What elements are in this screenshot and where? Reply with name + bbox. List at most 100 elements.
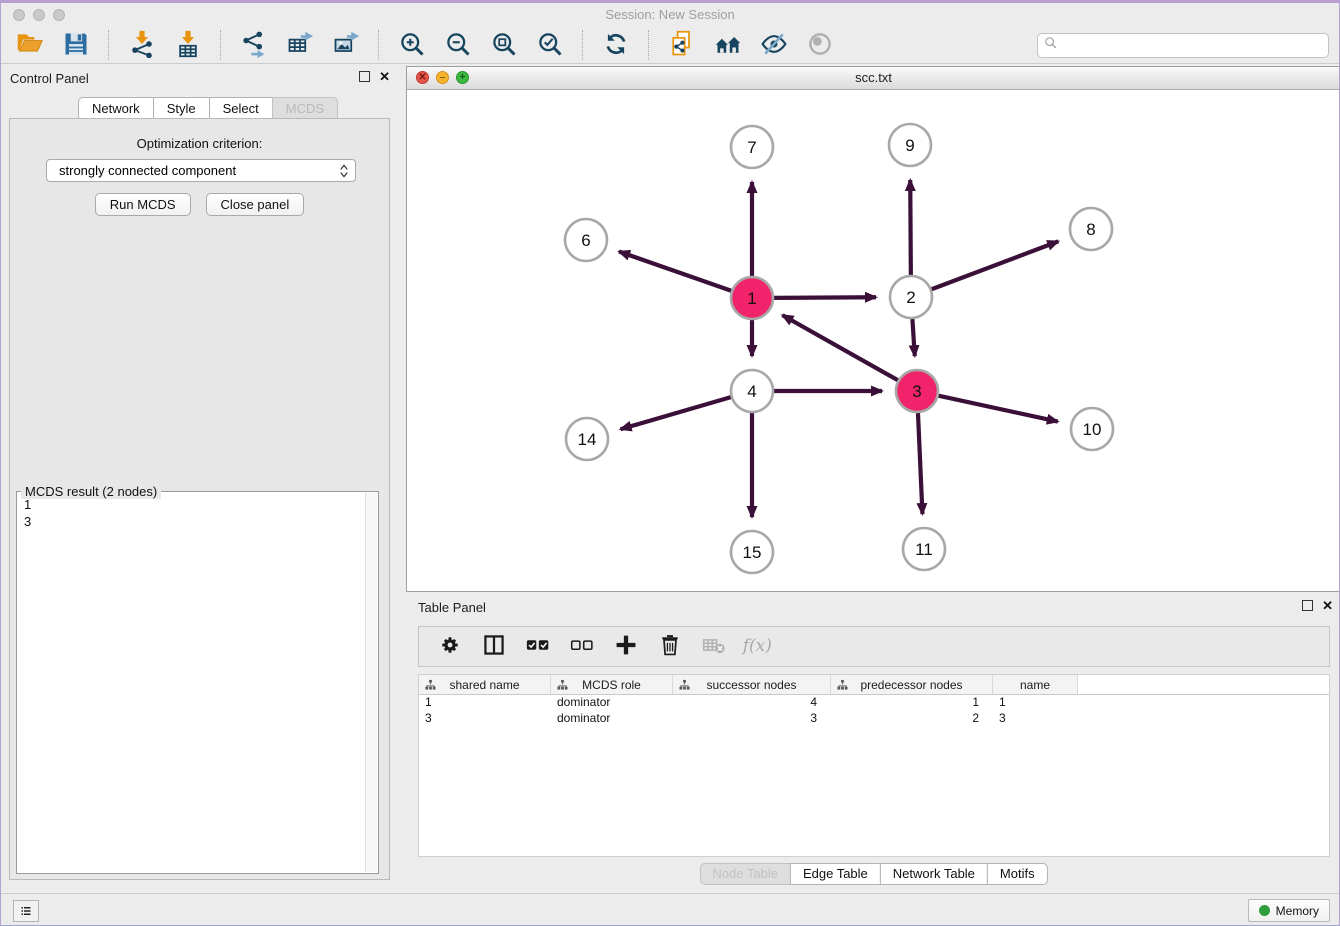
- open-file-button[interactable]: [13, 29, 47, 61]
- float-table-panel-icon[interactable]: [1302, 600, 1313, 611]
- table-row[interactable]: 3dominator323: [419, 711, 1329, 727]
- refresh-layout-button[interactable]: [599, 29, 633, 61]
- graph-node-4[interactable]: 4: [731, 370, 773, 412]
- column-label: shared name: [449, 678, 519, 692]
- cell-successor-nodes[interactable]: 4: [673, 695, 831, 711]
- tab-network-table[interactable]: Network Table: [880, 863, 988, 885]
- cell-successor-nodes[interactable]: 3: [673, 711, 831, 727]
- graph-node-10[interactable]: 10: [1071, 408, 1113, 450]
- edge-2-8[interactable]: [932, 241, 1059, 289]
- network-column-icon: [557, 679, 568, 693]
- toolbar-separator: [582, 30, 584, 60]
- cell-predecessor-nodes[interactable]: 1: [831, 695, 993, 711]
- graph-node-15[interactable]: 15: [731, 531, 773, 573]
- network-graph: 7 9 6 8 1 2 4 3 14 10 15 11: [407, 89, 1340, 591]
- mcds-tab-content: Optimization criterion: strongly connect…: [9, 118, 390, 880]
- graph-node-2[interactable]: 2: [890, 276, 932, 318]
- unselect-all-button[interactable]: [567, 631, 597, 663]
- application-window: Session: New Session Control Panel ✕ Net…: [0, 0, 1340, 926]
- network-column-icon: [837, 679, 848, 693]
- graph-node-6[interactable]: 6: [565, 219, 607, 261]
- edge-3-11[interactable]: [918, 413, 922, 514]
- cell-mcds-role[interactable]: dominator: [551, 695, 673, 711]
- cell-mcds-role[interactable]: dominator: [551, 711, 673, 727]
- delete-columns-button[interactable]: [655, 631, 685, 663]
- import-table-button[interactable]: [171, 29, 205, 61]
- zoom-selected-icon: [536, 30, 564, 61]
- column-header-mcds-role[interactable]: MCDS role: [551, 675, 673, 694]
- zoom-out-button[interactable]: [441, 29, 475, 61]
- table-settings-button[interactable]: [435, 631, 465, 663]
- first-neighbors-button[interactable]: [711, 29, 745, 61]
- close-panel-icon[interactable]: ✕: [379, 71, 390, 82]
- clone-network-button[interactable]: [665, 29, 699, 61]
- memory-button[interactable]: Memory: [1248, 899, 1330, 922]
- zoom-in-button[interactable]: [395, 29, 429, 61]
- function-builder-button: f(x): [743, 631, 773, 663]
- tab-edge-table[interactable]: Edge Table: [790, 863, 881, 885]
- cell-predecessor-nodes[interactable]: 2: [831, 711, 993, 727]
- hide-details-button[interactable]: [757, 29, 791, 61]
- graph-node-1[interactable]: 1: [731, 277, 773, 319]
- export-network-button[interactable]: [237, 29, 271, 61]
- mcds-result-box: MCDS result (2 nodes) 1 3: [16, 491, 379, 874]
- toolbar-separator: [108, 30, 110, 60]
- clone-network-icon: [668, 30, 696, 61]
- svg-text:15: 15: [743, 543, 762, 562]
- criterion-select[interactable]: strongly connected component: [46, 159, 356, 182]
- column-header-name[interactable]: name: [993, 675, 1078, 694]
- zoom-selected-button[interactable]: [533, 29, 567, 61]
- network-canvas[interactable]: 7 9 6 8 1 2 4 3 14 10 15 11: [407, 89, 1340, 591]
- zoom-fit-icon: [490, 30, 518, 61]
- close-table-panel-icon[interactable]: ✕: [1322, 600, 1333, 611]
- hide-details-icon: [760, 30, 788, 61]
- edge-1-2[interactable]: [774, 297, 876, 298]
- tab-node-table[interactable]: Node Table: [699, 863, 791, 885]
- edge-2-3[interactable]: [912, 319, 914, 356]
- cell-name[interactable]: 1: [993, 695, 1078, 711]
- memory-label: Memory: [1276, 904, 1319, 918]
- table-header-row: shared name MCDS rolesuccessor nodesprede…: [419, 675, 1329, 695]
- export-image-button[interactable]: [329, 29, 363, 61]
- delete-table-button: [699, 631, 729, 663]
- edge-4-14[interactable]: [621, 397, 731, 429]
- svg-text:1: 1: [747, 289, 756, 308]
- result-scrollbar[interactable]: [365, 493, 377, 872]
- svg-text:4: 4: [747, 382, 756, 401]
- float-panel-icon[interactable]: [359, 71, 370, 82]
- column-header-predecessor-nodes[interactable]: predecessor nodes: [831, 675, 993, 694]
- search-box[interactable]: [1037, 33, 1329, 58]
- column-header-shared-name[interactable]: shared name: [419, 675, 551, 694]
- status-bar: Memory: [1, 893, 1339, 926]
- cell-shared-name[interactable]: 1: [419, 695, 551, 711]
- edge-2-9[interactable]: [910, 180, 911, 275]
- table-row[interactable]: 1dominator411: [419, 695, 1329, 711]
- graph-node-9[interactable]: 9: [889, 124, 931, 166]
- edge-1-6[interactable]: [619, 252, 731, 291]
- run-mcds-button[interactable]: Run MCDS: [95, 193, 191, 216]
- create-column-icon: [614, 633, 638, 660]
- cell-shared-name[interactable]: 3: [419, 711, 551, 727]
- close-panel-button[interactable]: Close panel: [206, 193, 305, 216]
- save-session-button[interactable]: [59, 29, 93, 61]
- graph-node-14[interactable]: 14: [566, 418, 608, 460]
- graph-node-3[interactable]: 3: [896, 370, 938, 412]
- graph-node-8[interactable]: 8: [1070, 208, 1112, 250]
- zoom-in-icon: [398, 30, 426, 61]
- graph-node-7[interactable]: 7: [731, 126, 773, 168]
- create-column-button[interactable]: [611, 631, 641, 663]
- column-header-successor-nodes[interactable]: successor nodes: [673, 675, 831, 694]
- select-all-button[interactable]: [523, 631, 553, 663]
- tab-motifs[interactable]: Motifs: [987, 863, 1048, 885]
- zoom-fit-button[interactable]: [487, 29, 521, 61]
- show-column-button[interactable]: [479, 631, 509, 663]
- export-table-button[interactable]: [283, 29, 317, 61]
- graph-node-11[interactable]: 11: [903, 528, 945, 570]
- edge-3-10[interactable]: [938, 396, 1057, 422]
- edge-3-1[interactable]: [782, 315, 897, 380]
- import-network-button[interactable]: [125, 29, 159, 61]
- cell-name[interactable]: 3: [993, 711, 1078, 727]
- toolbar-separator: [220, 30, 222, 60]
- task-history-button[interactable]: [13, 900, 39, 922]
- search-input[interactable]: [1062, 38, 1328, 54]
